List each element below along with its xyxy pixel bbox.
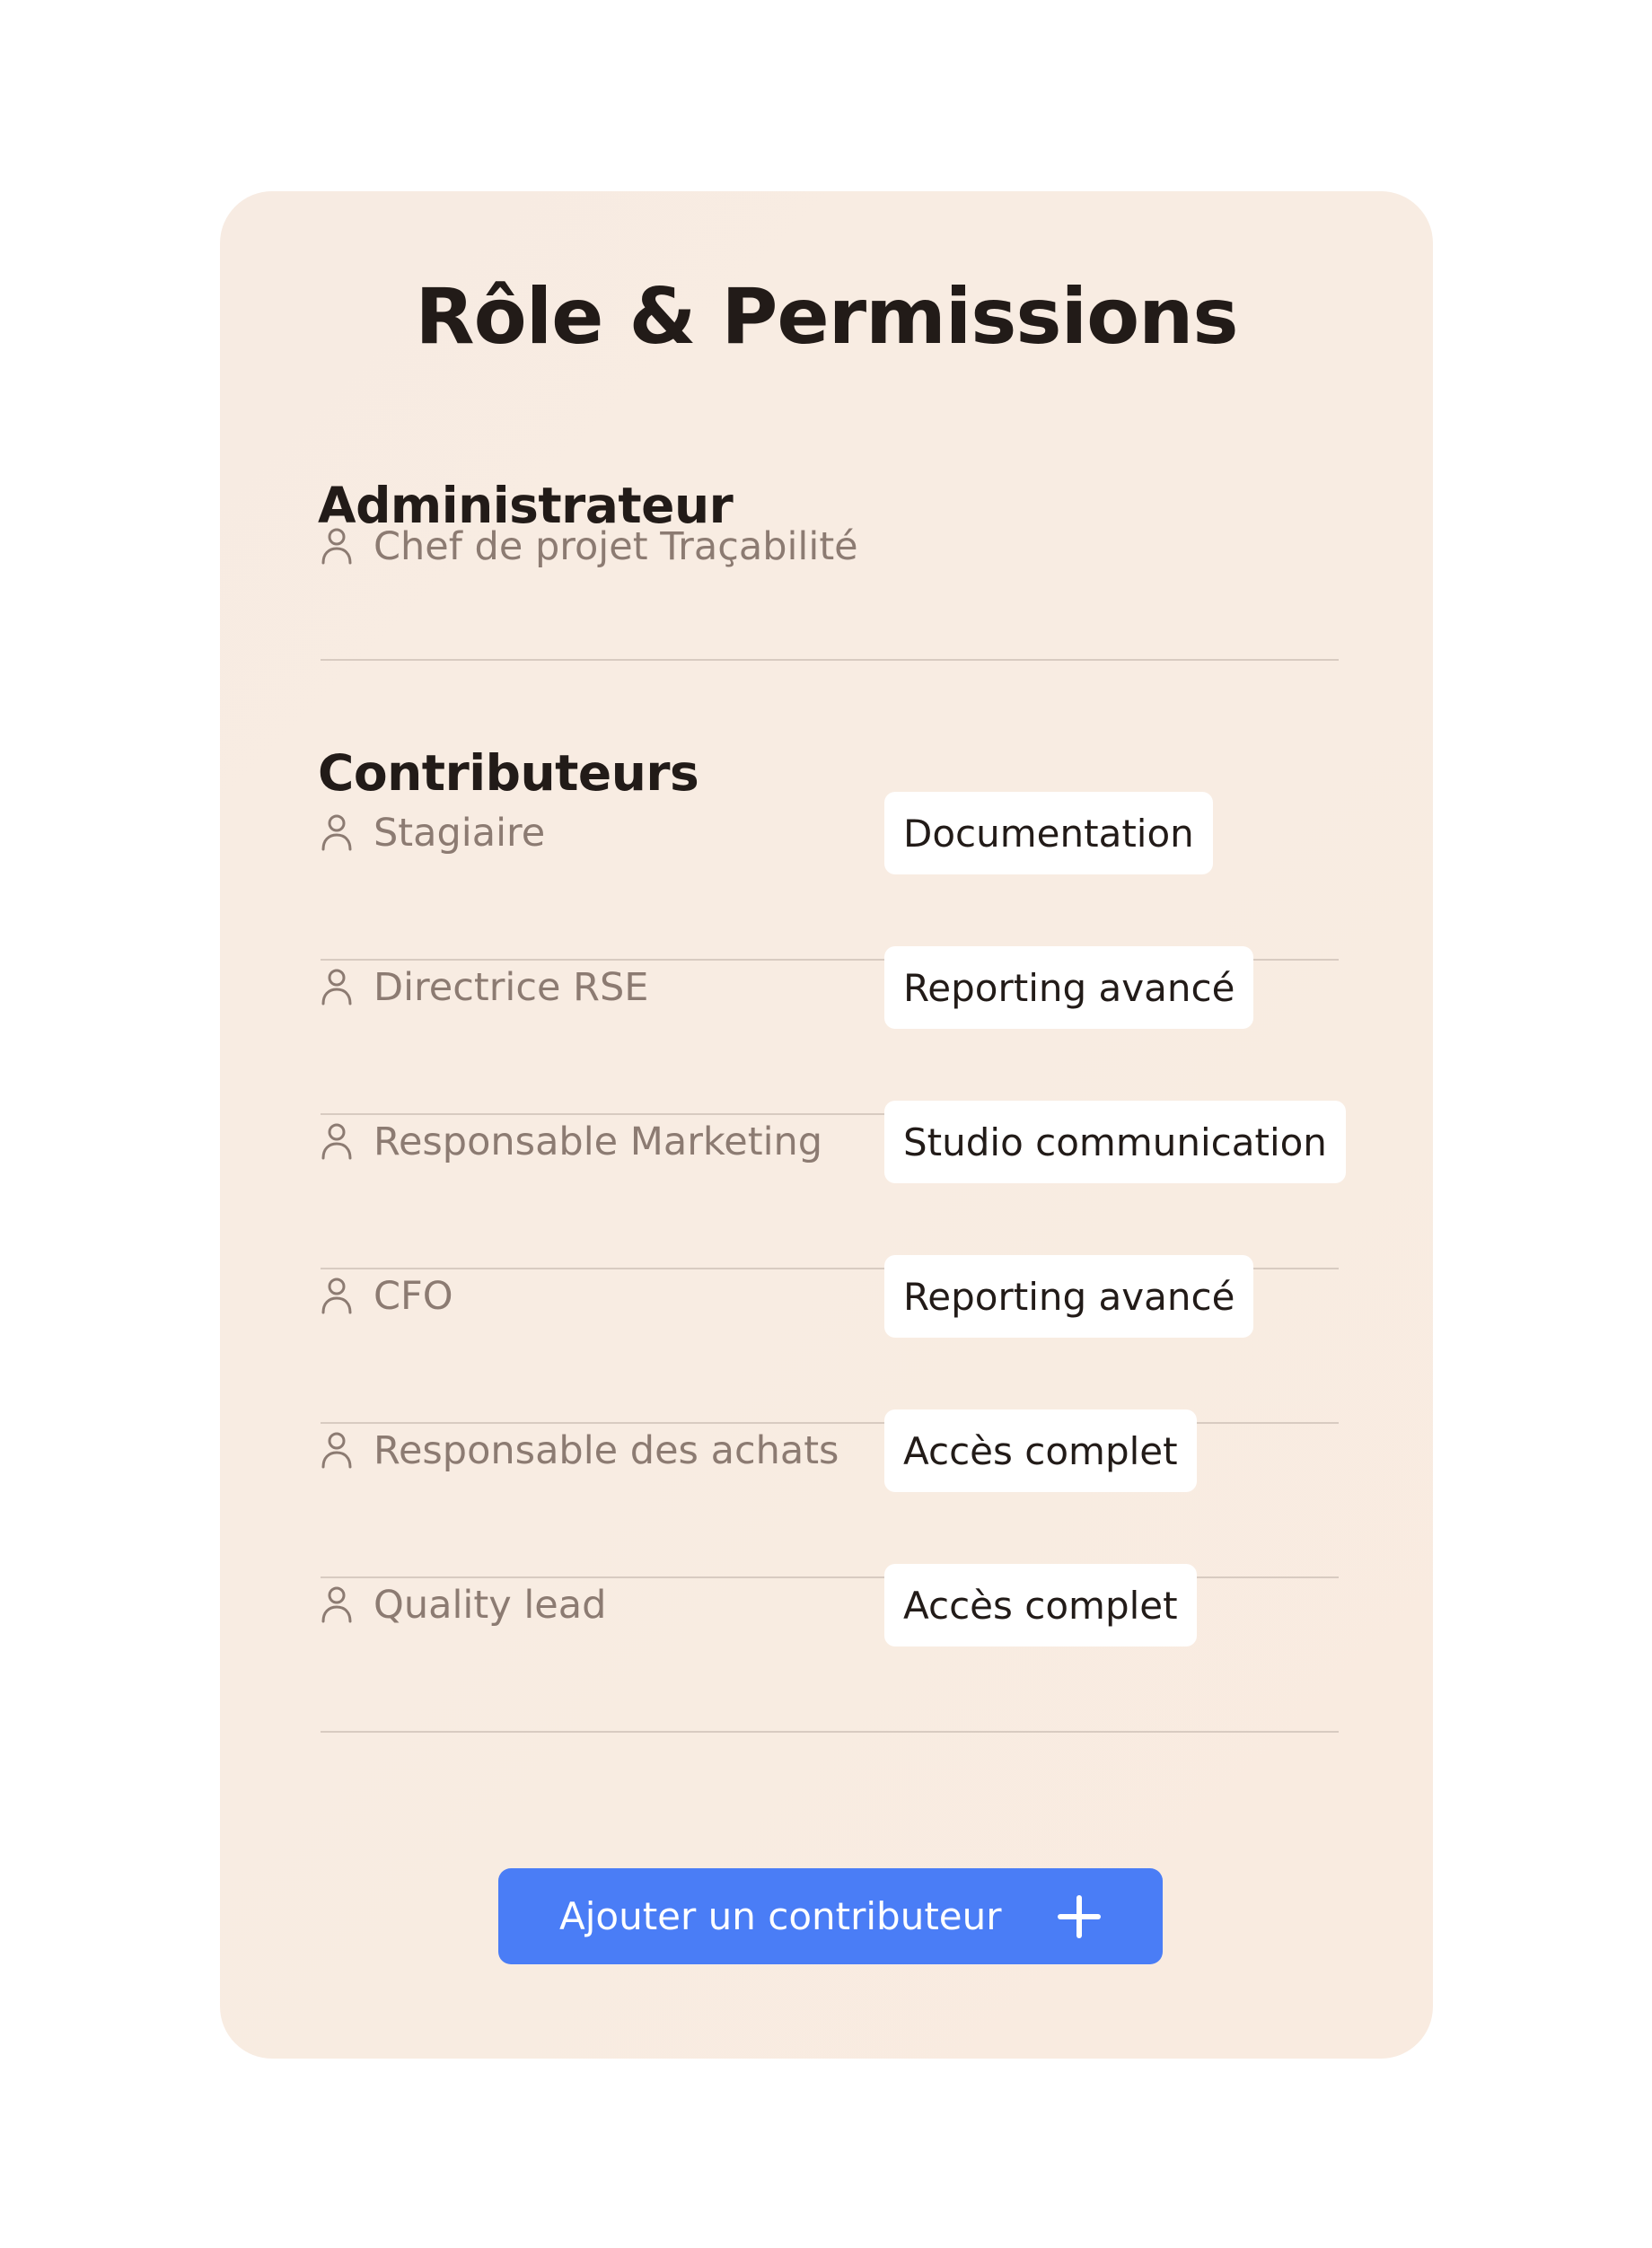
contributor-label: Stagiaire (373, 811, 546, 856)
user-icon (321, 1432, 352, 1469)
contributor-label: Directrice RSE (373, 965, 649, 1010)
user-icon (321, 1278, 352, 1314)
divider (321, 1731, 1339, 1733)
roles-permissions-card: Rôle & Permissions Administrateur Chef d… (220, 191, 1433, 2059)
contributor-row[interactable]: Responsable Marketing (320, 1115, 822, 1169)
user-icon (321, 1123, 352, 1160)
contributor-row[interactable]: Directrice RSE (320, 961, 648, 1014)
user-icon (321, 1586, 352, 1623)
permission-badge[interactable]: Reporting avancé (884, 946, 1254, 1029)
user-icon (321, 528, 352, 565)
contributors-heading: Contributeurs (318, 744, 699, 802)
add-contributor-label: Ajouter un contributeur (559, 1894, 1002, 1938)
permission-badge[interactable]: Accès complet (884, 1564, 1197, 1646)
contributor-label: Responsable Marketing (373, 1120, 823, 1164)
contributor-row[interactable]: Stagiaire (320, 806, 545, 860)
permission-badge[interactable]: Studio communication (884, 1101, 1346, 1183)
plus-icon (1058, 1895, 1101, 1938)
user-icon (321, 969, 352, 1005)
card-title: Rôle & Permissions (415, 272, 1238, 362)
admin-person-label: Chef de projet Traçabilité (373, 524, 858, 569)
add-contributor-button[interactable]: Ajouter un contributeur (498, 1868, 1163, 1964)
contributor-row[interactable]: CFO (320, 1269, 453, 1323)
divider (321, 659, 1339, 661)
user-icon (321, 814, 352, 851)
contributor-row[interactable]: Responsable des achats (320, 1424, 839, 1478)
admin-person: Chef de projet Traçabilité (320, 520, 858, 574)
permission-badge[interactable]: Documentation (884, 792, 1213, 874)
contributor-label: Responsable des achats (373, 1428, 839, 1473)
contributor-row[interactable]: Quality lead (320, 1578, 606, 1632)
permission-badge[interactable]: Reporting avancé (884, 1255, 1254, 1338)
contributor-label: Quality lead (373, 1583, 607, 1628)
contributor-label: CFO (373, 1274, 453, 1319)
permission-badge[interactable]: Accès complet (884, 1409, 1197, 1492)
